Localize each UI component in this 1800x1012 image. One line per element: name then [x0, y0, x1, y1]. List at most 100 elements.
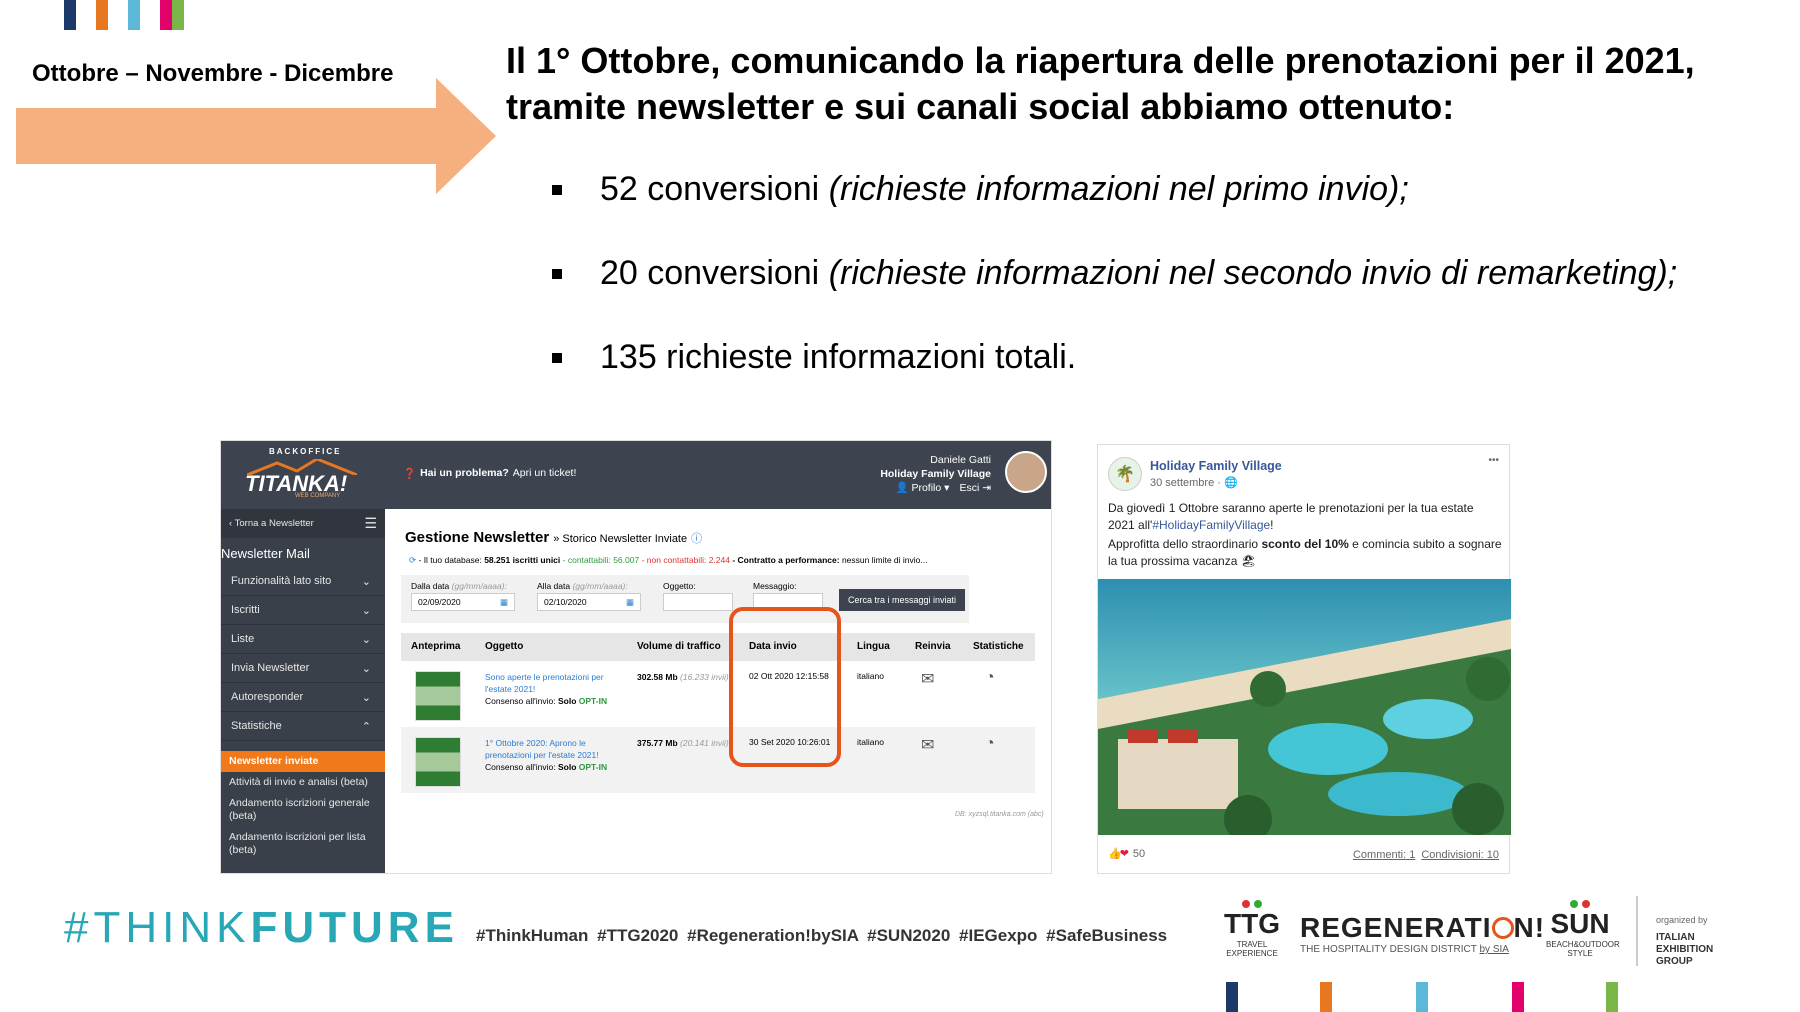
top-bar-1: [64, 0, 76, 30]
col-anteprima: Anteprima: [411, 641, 461, 652]
sidebar: ‹ Torna a Newsletter ☰ Newsletter Mail F…: [221, 509, 385, 873]
backoffice-screenshot: BACKOFFICE TITANKA! WEB COMPANY ❓ Hai un…: [220, 440, 1052, 874]
bullet-note: (richieste informazioni nel primo invio)…: [828, 170, 1409, 208]
beach-emoji-icon: 🏖: [1240, 554, 1256, 568]
filter-from-label: Dalla data (gg/mm/aaaa):: [411, 581, 507, 591]
post-date-text: 30 settembre ·: [1150, 477, 1221, 489]
row-volume-cell: 375.77 Mb (20.141 invii): [637, 737, 737, 749]
chevron-down-icon: ⌄: [361, 662, 371, 675]
sidebar-sub-andamento-generale[interactable]: Andamento iscrizioni generale (beta): [221, 793, 385, 827]
brand-sub: WEB COMPANY: [295, 493, 341, 499]
bottom-bar-4: [1512, 982, 1524, 1012]
ieg-2: EXHIBITION: [1656, 944, 1714, 955]
calendar-icon[interactable]: ▦: [626, 597, 634, 608]
avatar[interactable]: [1005, 451, 1047, 493]
bullet-main: 20 conversioni: [600, 254, 820, 292]
ieg-1: ITALIAN: [1656, 932, 1695, 943]
row-subject-link[interactable]: Sono aperte le prenotazioni per l'estate…: [485, 671, 625, 695]
profile-menu[interactable]: 👤 Profilo ▾: [895, 481, 949, 495]
ttg-text: TTG: [1224, 908, 1280, 939]
engagement: Commenti: 1 Condivisioni: 10: [1353, 849, 1499, 861]
sidebar-sub-newsletter-inviate[interactable]: Newsletter inviate: [221, 751, 385, 772]
sidebar-item-statistiche[interactable]: Statistiche ⌃: [221, 712, 385, 741]
filter-subject-input[interactable]: [663, 593, 733, 611]
bullet-note: (richieste informazioni nel secondo invi…: [828, 254, 1678, 292]
stats-icon[interactable]: ◔: [985, 735, 995, 753]
page-name[interactable]: Holiday Family Village: [1150, 459, 1282, 473]
back-to-newsletter-link[interactable]: ‹ Torna a Newsletter: [229, 518, 314, 529]
row-subject-cell: 1° Ottobre 2020: Aprono le prenotazioni …: [485, 737, 625, 773]
comments-count[interactable]: Commenti: 1: [1353, 849, 1415, 861]
sidebar-item-invia-newsletter[interactable]: Invia Newsletter ⌄: [221, 654, 385, 683]
row-lang: italiano: [857, 737, 884, 747]
reactions[interactable]: 👍 ❤ 50: [1108, 847, 1145, 861]
col-oggetto: Oggetto: [485, 641, 524, 652]
filter-to-input[interactable]: 02/10/2020 ▦: [537, 593, 641, 611]
profile-label: Profilo: [911, 482, 942, 494]
bullet-main: 52 conversioni: [600, 170, 820, 208]
bullet-item: 52 conversioni (richieste informazioni n…: [552, 170, 1409, 209]
refresh-icon[interactable]: ⟳: [409, 555, 416, 565]
stats-icon[interactable]: ◔: [985, 669, 995, 687]
sidebar-item-funzionalita[interactable]: Funzionalità lato sito ⌄: [221, 567, 385, 596]
logout-label: Esci: [959, 482, 980, 494]
table-row[interactable]: 1° Ottobre 2020: Aprono le prenotazioni …: [401, 727, 1035, 793]
info-icon[interactable]: ⓘ: [691, 530, 702, 546]
newsletter-thumbnail[interactable]: [415, 737, 461, 787]
sidebar-sub-andamento-lista[interactable]: Andamento iscrizioni per lista (beta): [221, 827, 385, 861]
post-hashtag[interactable]: #HolidayFamilyVillage: [1152, 518, 1270, 532]
filter-from-value: 02/09/2020: [418, 597, 461, 607]
sun-logo: SUN BEACH&OUTDOOR STYLE: [1546, 900, 1620, 958]
menu-toggle-icon[interactable]: ☰: [364, 515, 377, 532]
shares-count[interactable]: Condivisioni: 10: [1421, 849, 1499, 861]
filter-to-label: Alla data (gg/mm/aaaa):: [537, 581, 628, 591]
main-content: Gestione Newsletter » Storico Newsletter…: [385, 509, 1051, 873]
future-text: FUTURE: [250, 903, 459, 952]
post-text-2-bold: sconto del 10%: [1261, 537, 1349, 551]
page-avatar[interactable]: 🌴: [1108, 457, 1142, 491]
user-name: Daniele Gatti: [930, 454, 991, 466]
regen-end: N!: [1513, 912, 1546, 943]
filter-from-input[interactable]: 02/09/2020 ▦: [411, 593, 515, 611]
bullet-item: 135 richieste informazioni totali.: [552, 338, 1076, 377]
resend-icon[interactable]: ✉: [921, 735, 934, 755]
consent-label: Consenso all'invio:: [485, 762, 556, 772]
sidebar-item-label: Iscritti: [231, 604, 260, 616]
resort-photo[interactable]: [1098, 579, 1511, 835]
post-text-2: Approfitta dello straordinario: [1108, 537, 1259, 551]
post-date: 30 settembre · 🌐: [1150, 476, 1238, 489]
db-footer: DB: xyzsql.titanka.com (abc): [955, 811, 1044, 818]
sidebar-sub-attivita[interactable]: Attività di invio e analisi (beta): [221, 772, 385, 793]
resend-icon[interactable]: ✉: [921, 669, 934, 689]
help-icon: ❓: [403, 468, 417, 480]
help-area[interactable]: ❓ Hai un problema? Apri un ticket!: [403, 467, 576, 480]
more-options-icon[interactable]: •••: [1488, 455, 1499, 466]
chevron-down-icon: ⌄: [361, 575, 371, 588]
facebook-post: 🌴 Holiday Family Village 30 settembre · …: [1097, 444, 1511, 874]
logout-link[interactable]: Esci ⇥: [959, 481, 991, 495]
table-header: Anteprima Oggetto Volume di traffico Dat…: [401, 633, 1035, 661]
calendar-icon[interactable]: ▦: [500, 597, 508, 608]
bottom-bar-1: [1226, 982, 1238, 1012]
consent-value: OPT-IN: [578, 696, 608, 706]
sidebar-item-label: Autoresponder: [231, 691, 304, 703]
db-contract: - Contratto a performance:: [732, 555, 840, 565]
sidebar-item-iscritti[interactable]: Iscritti ⌄: [221, 596, 385, 625]
help-link[interactable]: Apri un ticket!: [513, 467, 577, 480]
ieg-3: GROUP: [1656, 956, 1693, 967]
brand-top: BACKOFFICE: [269, 447, 342, 456]
sidebar-item-liste[interactable]: Liste ⌄: [221, 625, 385, 654]
date-highlight-box: [729, 607, 841, 767]
db-count: 58.251 iscritti unici: [484, 555, 561, 565]
row-subject-link[interactable]: 1° Ottobre 2020: Aprono le prenotazioni …: [485, 737, 625, 761]
arrow-shape: [16, 78, 496, 194]
search-messages-button[interactable]: Cerca tra i messaggi inviati: [839, 589, 965, 611]
table-row[interactable]: Sono aperte le prenotazioni per l'estate…: [401, 661, 1035, 727]
help-text: Hai un problema?: [420, 467, 509, 479]
newsletter-thumbnail[interactable]: [415, 671, 461, 721]
sidebar-item-autoresponder[interactable]: Autoresponder ⌄: [221, 683, 385, 712]
consent-label: Consenso all'invio:: [485, 696, 556, 706]
page-subtitle: » Storico Newsletter Inviate: [553, 533, 688, 545]
filter-panel: Dalla data (gg/mm/aaaa): 02/09/2020 ▦ All…: [401, 575, 969, 623]
bottom-bar-2: [1320, 982, 1332, 1012]
